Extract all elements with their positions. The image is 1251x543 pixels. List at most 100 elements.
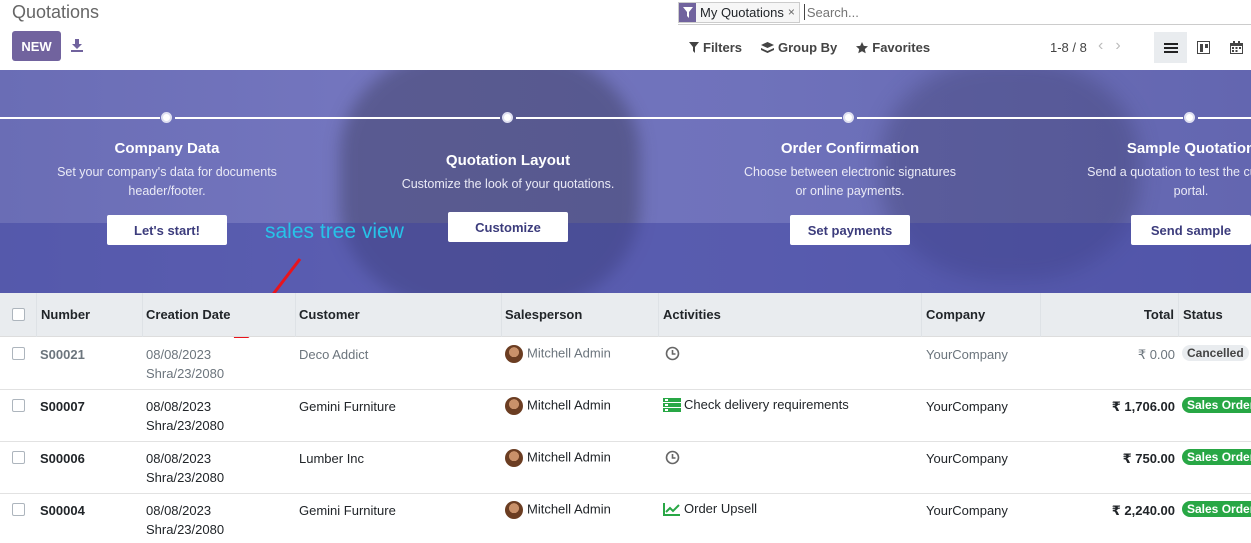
row-company: YourCompany	[926, 451, 1008, 466]
pager-next-icon[interactable]: ›	[1115, 37, 1120, 55]
calendar-icon	[1230, 41, 1243, 54]
step-order-confirmation: Order Confirmation Choose between electr…	[720, 140, 980, 201]
step-title: Sample Quotation	[1126, 140, 1251, 157]
set-payments-button[interactable]: Set payments	[790, 215, 910, 245]
select-all-checkbox[interactable]	[12, 308, 25, 321]
list-icon	[1163, 42, 1178, 53]
step-title: Company Data	[114, 140, 220, 157]
row-creation-date: 08/08/2023 Shra/23/2080	[146, 399, 225, 433]
search-facet: My Quotations ×	[678, 1, 800, 23]
column-company[interactable]: Company	[926, 307, 985, 322]
table-row[interactable]: S00004 08/08/2023 Shra/23/2080 Gemini Fur…	[0, 494, 1251, 543]
layers-icon	[761, 41, 775, 53]
calendar-view-button[interactable]	[1220, 32, 1251, 63]
step-description: Customize the look of your quotations.	[401, 177, 615, 191]
step-dot-order-confirmation	[843, 112, 854, 123]
step-title: Quotation Layout	[445, 152, 571, 169]
table-row[interactable]: S00021 08/08/2023 Shra/23/2080 Deco Addic…	[0, 338, 1251, 390]
avatar	[505, 397, 523, 415]
favorites-button[interactable]: Favorites	[856, 40, 930, 55]
column-activities[interactable]: Activities	[663, 307, 721, 322]
annotation-label: sales tree view	[265, 220, 404, 243]
column-number[interactable]: Number	[41, 307, 90, 322]
page-title: Quotations	[12, 2, 100, 22]
search-bar: My Quotations ×	[678, 0, 1251, 25]
row-salesperson: Mitchell Admin	[505, 501, 611, 519]
row-salesperson: Mitchell Admin	[505, 345, 611, 363]
avatar	[505, 449, 523, 467]
kanban-view-button[interactable]	[1187, 32, 1220, 63]
avatar	[505, 501, 523, 519]
step-description: Choose between electronic signatures or o…	[744, 165, 956, 198]
row-number: S00007	[40, 399, 85, 414]
group-by-label: Group By	[778, 40, 838, 55]
star-icon	[856, 41, 869, 53]
row-customer: Gemini Furniture	[299, 503, 396, 518]
row-checkbox[interactable]	[12, 451, 25, 464]
filters-button[interactable]: Filters	[689, 40, 742, 55]
clock-icon	[665, 346, 680, 361]
table-row[interactable]: S00006 08/08/2023 Shra/23/2080 Lumber Inc…	[0, 442, 1251, 494]
activity-summary: Order Upsell	[684, 501, 757, 516]
facet-label: My Quotations	[700, 4, 784, 20]
pager-value[interactable]: 1-8 / 8	[1050, 40, 1087, 55]
step-description: Send a quotation to test the customerpor…	[1087, 165, 1251, 198]
column-creation-date[interactable]: Creation Date	[146, 307, 231, 322]
step-dot-quotation-layout	[502, 112, 513, 123]
filter-icon	[689, 42, 699, 53]
column-status[interactable]: Status	[1183, 307, 1223, 322]
filters-label: Filters	[703, 40, 743, 55]
table-row[interactable]: S00007 08/08/2023 Shra/23/2080 Gemini Fur…	[0, 390, 1251, 442]
step-dot-sample-quotation	[1184, 112, 1195, 123]
row-activity[interactable]: Check delivery requirements	[663, 397, 849, 412]
row-creation-date: 08/08/2023 Shra/23/2080	[146, 451, 225, 485]
pager-previous-icon[interactable]: ‹	[1098, 37, 1103, 55]
row-company: YourCompany	[926, 347, 1008, 362]
onboarding-banner: Company Data Set your company's data for…	[0, 70, 1251, 293]
row-total: ₹ 1,706.00	[1111, 399, 1175, 414]
row-company: YourCompany	[926, 399, 1008, 414]
row-activity[interactable]	[665, 346, 680, 364]
row-customer: Gemini Furniture	[299, 399, 396, 414]
status-badge: Sales Order	[1182, 397, 1251, 413]
group-by-button[interactable]: Group By	[761, 40, 837, 55]
step-quotation-layout: Quotation Layout Customize the look of y…	[378, 152, 638, 194]
row-checkbox[interactable]	[12, 347, 25, 360]
row-total: ₹ 750.00	[1122, 451, 1175, 466]
row-total: ₹ 2,240.00	[1111, 503, 1175, 518]
list-view-button[interactable]	[1154, 32, 1187, 63]
favorites-label: Favorites	[872, 40, 931, 55]
column-total[interactable]: Total	[1144, 307, 1174, 322]
filter-icon	[679, 2, 696, 22]
list-header: Number Creation Date Customer Salesperso…	[0, 293, 1251, 337]
search-input[interactable]	[803, 4, 1104, 20]
row-checkbox[interactable]	[12, 503, 25, 516]
row-company: YourCompany	[926, 503, 1008, 518]
step-dot-company-data	[161, 112, 172, 123]
download-icon[interactable]	[70, 38, 84, 52]
status-badge: Sales Order	[1182, 449, 1251, 465]
row-number: S00004	[40, 503, 85, 518]
column-customer[interactable]: Customer	[299, 307, 360, 322]
step-description: Set your company's data for documents hea…	[57, 165, 277, 198]
new-button[interactable]: NEW	[12, 31, 61, 61]
row-activity[interactable]: Order Upsell	[663, 501, 757, 516]
activity-summary: Check delivery requirements	[684, 397, 849, 412]
lets-start-button[interactable]: Let's start!	[107, 215, 227, 245]
column-salesperson[interactable]: Salesperson	[505, 307, 582, 322]
row-salesperson: Mitchell Admin	[505, 449, 611, 467]
row-creation-date: 08/08/2023 Shra/23/2080	[146, 503, 225, 537]
row-number: S00006	[40, 451, 85, 466]
row-checkbox[interactable]	[12, 399, 25, 412]
clock-icon	[665, 450, 680, 465]
step-sample-quotation: Sample Quotation Send a quotation to tes…	[1061, 140, 1251, 201]
row-customer: Lumber Inc	[299, 451, 365, 466]
chart-line-icon	[663, 502, 680, 516]
kanban-icon	[1197, 41, 1210, 54]
row-activity[interactable]	[665, 450, 680, 468]
send-sample-button[interactable]: Send sample	[1131, 215, 1251, 245]
tasks-icon	[663, 397, 681, 412]
avatar	[505, 345, 523, 363]
facet-remove-icon[interactable]: ×	[788, 3, 799, 22]
customize-button[interactable]: Customize	[448, 212, 568, 242]
